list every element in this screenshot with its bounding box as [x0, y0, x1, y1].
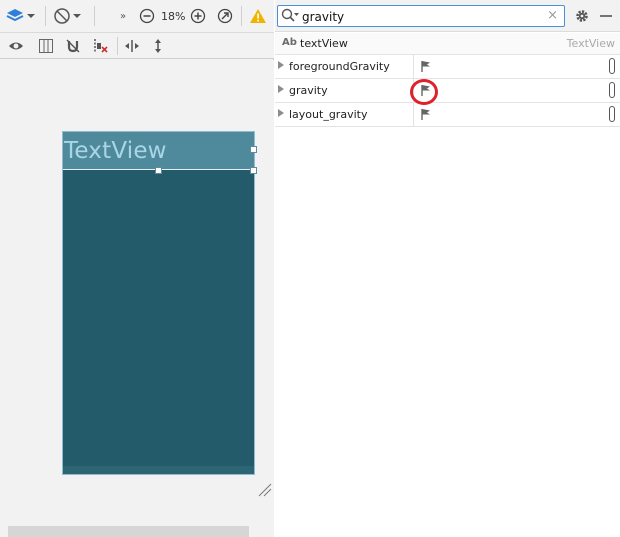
zoom-fit-button[interactable] [217, 8, 233, 24]
clear-constraints-button[interactable] [92, 38, 108, 54]
editor-toolbar: » 18% [0, 0, 274, 33]
show-view-button[interactable] [8, 38, 24, 54]
column-divider [413, 55, 414, 78]
minus-icon [600, 15, 612, 17]
component-id: textView [300, 37, 348, 50]
clear-search-icon[interactable]: × [547, 8, 558, 24]
attribute-value-toggle[interactable] [609, 58, 615, 74]
horizontal-scrollbar[interactable] [8, 526, 249, 537]
search-input[interactable]: gravity [302, 10, 344, 24]
attribute-name: foregroundGravity [289, 60, 390, 73]
highlight-circle [410, 79, 438, 105]
autoconnect-button[interactable] [65, 38, 81, 54]
navigation-bar [63, 466, 254, 474]
textview-label: TextView [64, 138, 167, 164]
textview-badge-icon: Ab [282, 37, 297, 48]
expand-arrow-icon[interactable] [278, 109, 284, 117]
resize-handle-right[interactable] [250, 146, 257, 153]
search-icon [281, 8, 299, 22]
orientation-button[interactable] [53, 7, 83, 25]
zoom-out-button[interactable] [139, 8, 155, 24]
settings-button[interactable] [574, 8, 590, 24]
layers-icon [6, 9, 35, 22]
layers-button[interactable] [6, 7, 36, 25]
plus-circle-icon [190, 8, 206, 24]
gear-icon [576, 10, 588, 22]
toolbar-separator [241, 6, 242, 26]
design-toolbar [0, 33, 274, 59]
expand-arrow-icon[interactable] [278, 85, 284, 93]
flag-icon[interactable] [420, 60, 432, 73]
toolbar-separator [45, 6, 46, 26]
blueprint-icon [39, 39, 53, 53]
attributes-header: gravity × [275, 0, 620, 32]
pack-vertical-icon [155, 39, 161, 53]
selected-component-row: Ab textView TextView [275, 33, 620, 55]
component-type: TextView [566, 37, 615, 50]
resize-handle-bottom-right[interactable] [250, 167, 257, 174]
attribute-name: gravity [289, 84, 328, 97]
pack-vertical-button[interactable] [150, 38, 166, 54]
pack-horizontal-button[interactable] [124, 38, 140, 54]
attribute-row-layout-gravity[interactable]: layout_gravity [275, 103, 620, 127]
attribute-row-gravity[interactable]: gravity [275, 79, 620, 105]
attribute-search-field[interactable]: gravity × [277, 5, 565, 27]
resize-handle-bottom[interactable] [155, 167, 162, 174]
warnings-button[interactable] [249, 7, 267, 25]
resize-grip-icon[interactable] [258, 483, 272, 497]
attribute-value-toggle[interactable] [609, 106, 615, 122]
double-chevron-icon: » [119, 10, 127, 22]
layout-editor-pane: » 18% TextView [0, 0, 274, 537]
fit-icon [217, 8, 233, 24]
toolbar-separator [94, 6, 95, 26]
expand-arrow-icon[interactable] [278, 61, 284, 69]
minimize-button[interactable] [599, 8, 613, 24]
column-divider [413, 103, 414, 126]
zoom-level: 18% [161, 10, 186, 23]
toolbar-separator [117, 37, 118, 55]
minus-circle-icon [139, 8, 155, 24]
clear-constraints-icon [94, 39, 108, 53]
pack-horizontal-icon [125, 40, 139, 52]
flag-icon[interactable] [420, 108, 432, 121]
attribute-name: layout_gravity [289, 108, 368, 121]
rotate-icon [54, 8, 81, 24]
attribute-value-toggle[interactable] [609, 82, 615, 98]
device-preview[interactable]: TextView [62, 131, 257, 475]
textview-widget[interactable]: TextView [63, 132, 254, 170]
overflow-button[interactable]: » [116, 8, 130, 24]
magnet-off-icon [66, 39, 80, 53]
warning-icon [250, 9, 266, 23]
blueprint-button[interactable] [38, 38, 54, 54]
attribute-row-foreground-gravity[interactable]: foregroundGravity [275, 55, 620, 79]
eye-icon [9, 42, 23, 50]
zoom-in-button[interactable] [190, 8, 206, 24]
attributes-panel: gravity × Ab textView TextView foregroun… [275, 0, 620, 537]
